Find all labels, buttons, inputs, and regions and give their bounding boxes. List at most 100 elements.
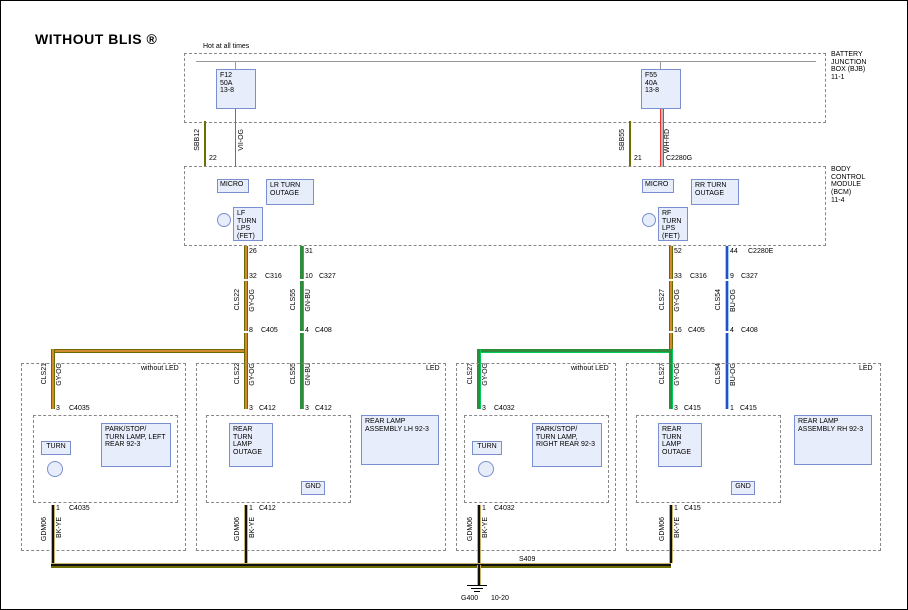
conn-c4035t: C4035 xyxy=(69,405,90,412)
pin-31: 31 xyxy=(305,248,313,255)
box-br-turn: TURN xyxy=(472,441,502,455)
conn-c4035b: C4035 xyxy=(69,505,90,512)
box-bll-gnd: GND xyxy=(301,481,325,495)
wire-cls22-b xyxy=(244,281,248,331)
pin-4r: 4 xyxy=(730,327,734,334)
wire-cls55-a xyxy=(300,246,304,279)
lbl-cls27l: CLS27 xyxy=(659,289,666,310)
pin-brl3l: 3 xyxy=(674,405,678,412)
conn-c412b: C412 xyxy=(259,505,276,512)
conn-c412: C412 xyxy=(259,405,276,412)
conn-c4032b: C4032 xyxy=(494,505,515,512)
page-title: WITHOUT BLIS ® xyxy=(35,31,157,47)
lbl-gyog1: GY-OG xyxy=(249,289,256,312)
pin-brl1: 1 xyxy=(674,505,678,512)
wire-vio-og-l xyxy=(235,109,236,167)
lbl-bkye-1: BK-YE xyxy=(56,517,63,538)
wire-cls54-a xyxy=(725,246,729,279)
box-bl-lamp: PARK/STOP/ TURN LAMP, LEFT REAR 92-3 xyxy=(101,423,171,467)
lbl-gdm06-1: GDM06 xyxy=(41,517,48,541)
fuse-f55-pkg: 13-8 xyxy=(645,87,659,94)
lbl-sbb12: SBB12 xyxy=(194,129,201,151)
pin-16: 16 xyxy=(674,327,682,334)
box-brl-outage: REAR TURN LAMP OUTAGE xyxy=(658,423,702,467)
conn-c405r: C405 xyxy=(688,327,705,334)
header-note: Hot at all times xyxy=(203,43,249,51)
wire-gn-right-h xyxy=(477,349,671,353)
pin-bl1: 1 xyxy=(56,505,60,512)
micro-l: MICRO xyxy=(217,179,249,193)
pin-52: 52 xyxy=(674,248,682,255)
fet-l-icon xyxy=(217,213,231,227)
micro-r: MICRO xyxy=(642,179,674,193)
pin-brl1r: 1 xyxy=(730,405,734,412)
lbl-sbb55: SBB55 xyxy=(619,129,626,151)
lbl-cls54l: CLS54 xyxy=(715,289,722,310)
pin-21: 21 xyxy=(634,155,642,162)
lf-fet: LF TURN LPS (FET) xyxy=(233,207,263,241)
conn-c4032t: C4032 xyxy=(494,405,515,412)
conn-c415r: C415 xyxy=(740,405,757,412)
pin-33: 33 xyxy=(674,273,682,280)
box-bl-turn: TURN xyxy=(41,441,71,455)
lbl-bkye-4: BK-YE xyxy=(674,517,681,538)
conn-c408l: C408 xyxy=(315,327,332,334)
lbl-buog1: BU-OG xyxy=(730,289,737,312)
lbl-gnbu1: GN-BU xyxy=(305,289,312,312)
wire-og-left-h xyxy=(51,349,246,353)
pin-10: 10 xyxy=(305,273,313,280)
pin-bll1: 1 xyxy=(249,505,253,512)
tag-br-led: LED xyxy=(859,365,873,373)
conn-c2280e: C2280E xyxy=(748,248,773,255)
pin-32: 32 xyxy=(249,273,257,280)
pin-4l: 4 xyxy=(305,327,309,334)
bjb-group xyxy=(184,53,826,123)
conn-c316r: C316 xyxy=(690,273,707,280)
rf-fet: RF TURN LPS (FET) xyxy=(658,207,688,241)
pin-8: 8 xyxy=(249,327,253,334)
fuse-f55: F55 40A 13-8 xyxy=(641,69,681,109)
fuse-f55-name: F55 xyxy=(645,72,657,79)
bcm-label: BODY CONTROL MODULE (BCM) 11-4 xyxy=(831,166,865,204)
lr-turn-outage: LR TURN OUTAGE xyxy=(266,179,314,205)
wire-sbb55 xyxy=(629,121,631,167)
lamp-br-icon xyxy=(478,461,494,477)
conn-c405l: C405 xyxy=(261,327,278,334)
lbl-vio-og-l: VII-OG xyxy=(238,129,245,151)
box-brl-lamp: REAR LAMP ASSEMBLY RH 92-3 xyxy=(794,415,872,465)
wire-cls27-a xyxy=(669,246,673,279)
lbl-cls22: CLS22 xyxy=(234,289,241,310)
splice-s409: S409 xyxy=(519,556,535,563)
lbl-gyog2: GY-OG xyxy=(674,289,681,312)
fuse-f12-name: F12 xyxy=(220,72,232,79)
lbl-bkye-2: BK-YE xyxy=(249,517,256,538)
wire-cls54-b xyxy=(725,281,729,331)
tag-bl-nonled: without LED xyxy=(141,365,179,373)
pin-26: 26 xyxy=(249,248,257,255)
box-br-lamp: PARK/STOP/ TURN LAMP, RIGHT REAR 92-3 xyxy=(532,423,602,467)
wire-cls22-a xyxy=(244,246,248,279)
lamp-bl-icon xyxy=(47,461,63,477)
lbl-wh-rd: WH-RD xyxy=(664,129,671,153)
fuse-f12-amps: 50A xyxy=(220,80,232,87)
pin-br1: 1 xyxy=(482,505,486,512)
fuse-f12: F12 50A 13-8 xyxy=(216,69,256,109)
lbl-gdm06-4: GDM06 xyxy=(659,517,666,541)
pin-44: 44 xyxy=(730,248,738,255)
pin-22: 22 xyxy=(209,155,217,162)
lbl-gdm06-2: GDM06 xyxy=(234,517,241,541)
conn-c415: C415 xyxy=(684,405,701,412)
lbl-cls55: CLS55 xyxy=(290,289,297,310)
fuse-f55-amps: 40A xyxy=(645,80,657,87)
conn-c327r: C327 xyxy=(741,273,758,280)
wiring-diagram: WITHOUT BLIS ® Hot at all times BATTERY … xyxy=(0,0,908,610)
tag-bl-led: LED xyxy=(426,365,440,373)
lbl-gdm06-3: GDM06 xyxy=(467,517,474,541)
fet-r-icon xyxy=(642,213,656,227)
bjb-label: BATTERY JUNCTION BOX (BJB) 11-1 xyxy=(831,51,866,82)
g400: G400 xyxy=(461,595,478,602)
bjb-bus xyxy=(196,61,816,62)
conn-c415b: C415 xyxy=(684,505,701,512)
pin-bl3: 3 xyxy=(56,405,60,412)
pin-9: 9 xyxy=(730,273,734,280)
